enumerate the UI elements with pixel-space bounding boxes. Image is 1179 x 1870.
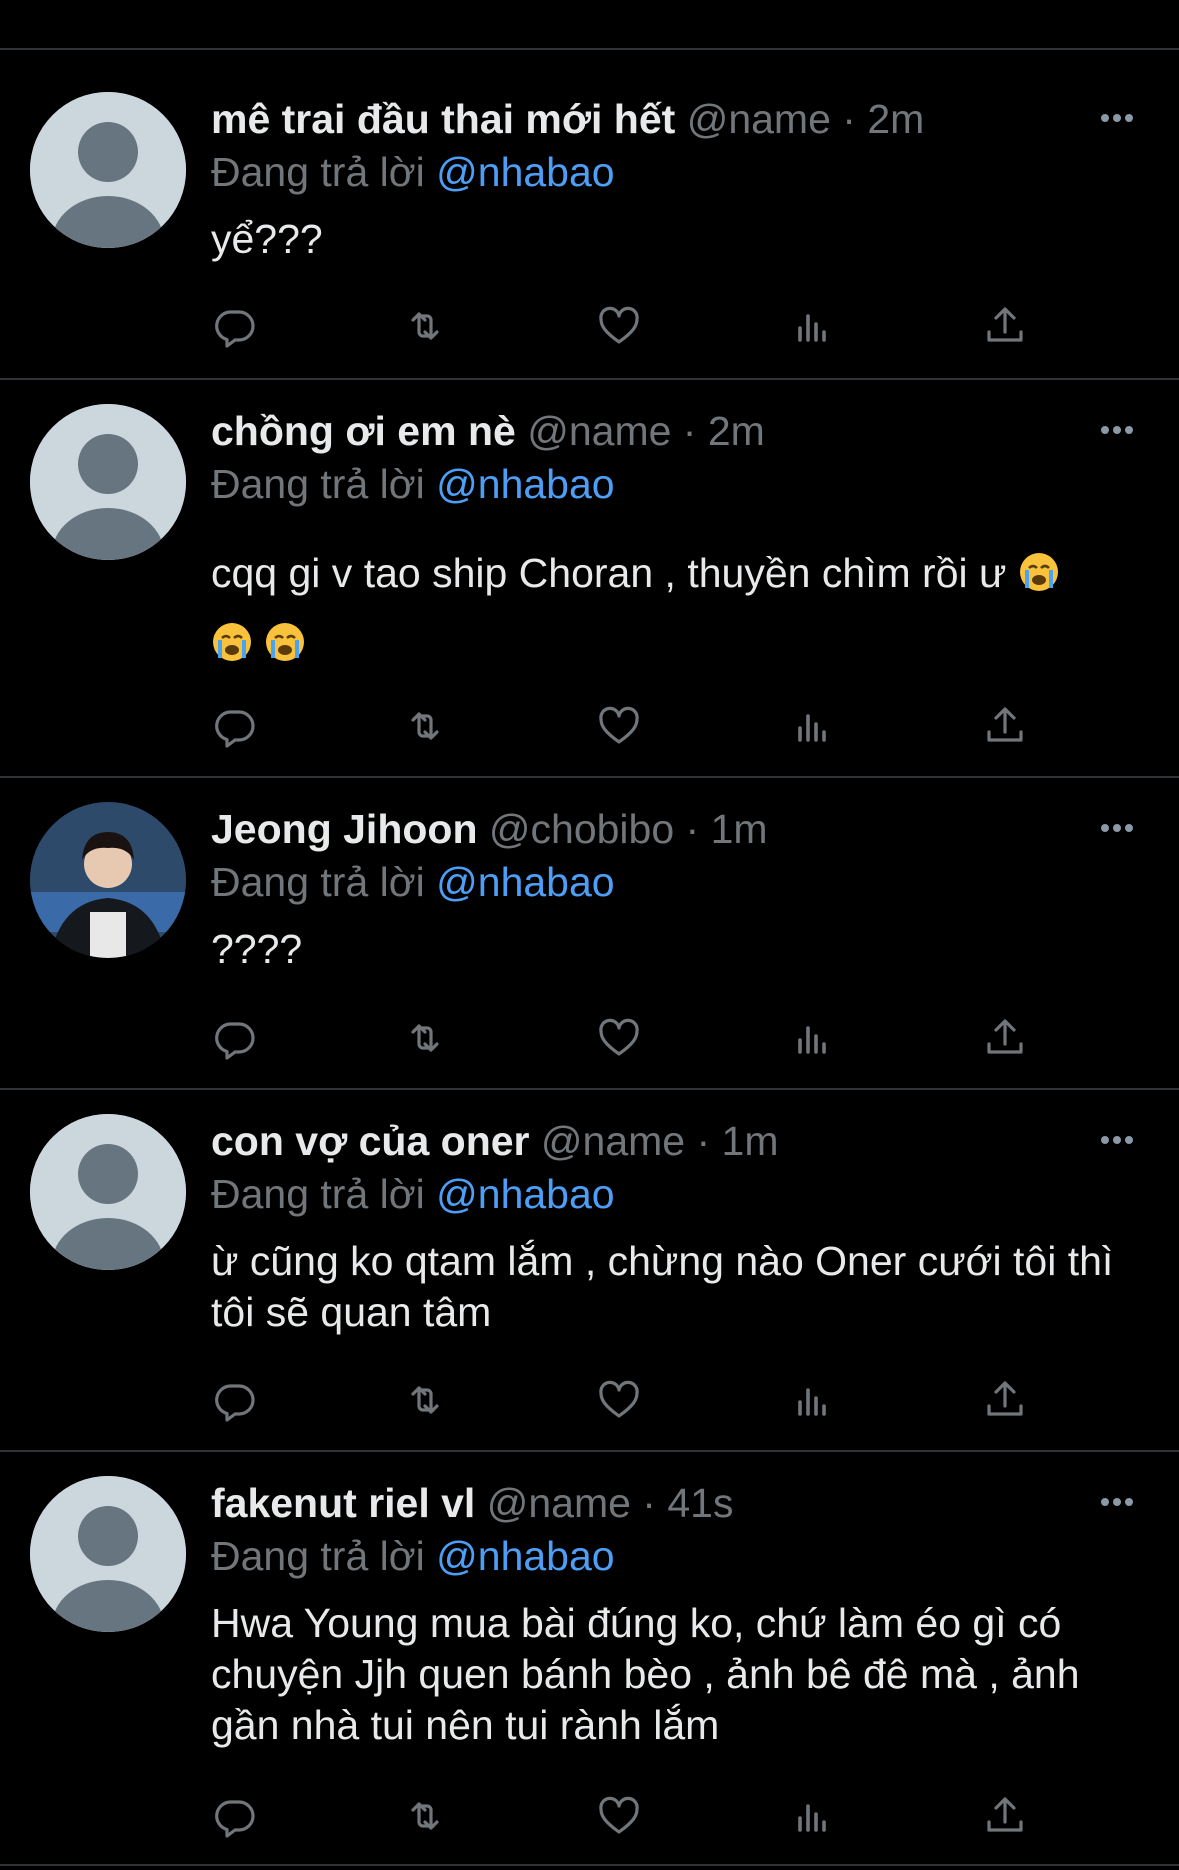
reply-mention-link[interactable]: @nhabao	[436, 1533, 614, 1579]
views-icon[interactable]	[789, 302, 837, 350]
tweet-header: fakenut riel vl @name · 41s	[211, 1477, 733, 1529]
tweet-2[interactable]: chồng ơi em nè @name · 2m Đang trả lời @…	[0, 380, 1179, 778]
retweet-icon[interactable]	[401, 702, 449, 750]
reply-icon[interactable]	[211, 702, 259, 750]
tweet-actions	[211, 302, 1071, 350]
previous-tweet-edge	[0, 0, 1179, 50]
loudly-crying-face-icon	[264, 614, 306, 661]
more-options-icon[interactable]	[1097, 410, 1137, 450]
reply-icon[interactable]	[211, 302, 259, 350]
tweet-actions	[211, 1014, 1071, 1062]
views-icon[interactable]	[789, 702, 837, 750]
handle-time: @name · 2m	[527, 408, 765, 454]
share-icon[interactable]	[981, 302, 1029, 350]
views-icon[interactable]	[789, 1014, 837, 1062]
reply-mention-link[interactable]: @nhabao	[436, 461, 614, 507]
tweet-text: cqq gi v tao ship Choran , thuyền chìm r…	[211, 550, 1007, 596]
avatar-default[interactable]	[30, 1114, 186, 1270]
retweet-icon[interactable]	[401, 1792, 449, 1840]
loudly-crying-face-icon	[1018, 544, 1060, 591]
tweet-5[interactable]: fakenut riel vl @name · 41s Đang trả lời…	[0, 1452, 1179, 1866]
tweet-text: yể???	[211, 216, 323, 262]
retweet-icon[interactable]	[401, 302, 449, 350]
reply-prefix: Đang trả lời	[211, 859, 425, 905]
tweet-actions	[211, 1792, 1071, 1840]
tweet-header: Jeong Jihoon @chobibo · 1m	[211, 803, 768, 855]
share-icon[interactable]	[981, 1376, 1029, 1424]
like-icon[interactable]	[595, 702, 643, 750]
views-icon[interactable]	[789, 1376, 837, 1424]
avatar-default[interactable]	[30, 92, 186, 248]
avatar-default[interactable]	[30, 404, 186, 560]
more-options-icon[interactable]	[1097, 808, 1137, 848]
handle-time: @name · 2m	[686, 96, 925, 142]
reply-mention-link[interactable]: @nhabao	[436, 149, 614, 195]
tweet-text-block: cqq gi v tao ship Choran , thuyền chìm r…	[211, 538, 1131, 678]
retweet-icon[interactable]	[401, 1014, 449, 1062]
tweet-1[interactable]: mê trai đầu thai mới hết @name · 2m Đang…	[0, 48, 1179, 380]
reply-icon[interactable]	[211, 1014, 259, 1062]
tweet-actions	[211, 702, 1071, 750]
reply-icon[interactable]	[211, 1376, 259, 1424]
handle-time: @chobibo · 1m	[488, 806, 768, 852]
replying-to: Đang trả lời @nhabao	[211, 856, 615, 908]
display-name[interactable]: con vợ của oner	[211, 1118, 530, 1164]
more-options-icon[interactable]	[1097, 1120, 1137, 1160]
tweet-header: con vợ của oner @name · 1m	[211, 1115, 779, 1167]
replying-to: Đang trả lời @nhabao	[211, 1168, 615, 1220]
reply-prefix: Đang trả lời	[211, 1171, 425, 1217]
display-name[interactable]: Jeong Jihoon	[211, 806, 478, 852]
reply-icon[interactable]	[211, 1792, 259, 1840]
tweet-text: Hwa Young mua bài đúng ko, chứ làm éo gì…	[211, 1600, 1080, 1748]
tweet-actions	[211, 1376, 1071, 1424]
handle-time: @name · 1m	[540, 1118, 779, 1164]
display-name[interactable]: fakenut riel vl	[211, 1480, 475, 1526]
replying-to: Đang trả lời @nhabao	[211, 146, 615, 198]
reply-prefix: Đang trả lời	[211, 461, 425, 507]
tweet-3[interactable]: Jeong Jihoon @chobibo · 1m Đang trả lời …	[0, 778, 1179, 1090]
tweet-4[interactable]: con vợ của oner @name · 1m Đang trả lời …	[0, 1090, 1179, 1452]
reply-mention-link[interactable]: @nhabao	[436, 859, 614, 905]
share-icon[interactable]	[981, 1014, 1029, 1062]
reply-mention-link[interactable]: @nhabao	[436, 1171, 614, 1217]
share-icon[interactable]	[981, 702, 1029, 750]
reply-prefix: Đang trả lời	[211, 1533, 425, 1579]
tweet-text: ừ cũng ko qtam lắm , chừng nào Oner cưới…	[211, 1238, 1114, 1335]
retweet-icon[interactable]	[401, 1376, 449, 1424]
avatar-photo[interactable]	[30, 802, 186, 958]
like-icon[interactable]	[595, 1014, 643, 1062]
more-options-icon[interactable]	[1097, 98, 1137, 138]
display-name[interactable]: mê trai đầu thai mới hết	[211, 96, 675, 142]
tweet-header: mê trai đầu thai mới hết @name · 2m	[211, 93, 924, 145]
replying-to: Đang trả lời @nhabao	[211, 458, 615, 510]
display-name[interactable]: chồng ơi em nè	[211, 408, 516, 454]
reply-prefix: Đang trả lời	[211, 149, 425, 195]
tweet-text: ????	[211, 926, 303, 972]
loudly-crying-face-icon	[211, 614, 253, 661]
more-options-icon[interactable]	[1097, 1482, 1137, 1522]
handle-time: @name · 41s	[486, 1480, 734, 1526]
tweet-header: chồng ơi em nè @name · 2m	[211, 405, 765, 457]
like-icon[interactable]	[595, 1792, 643, 1840]
views-icon[interactable]	[789, 1792, 837, 1840]
share-icon[interactable]	[981, 1792, 1029, 1840]
like-icon[interactable]	[595, 1376, 643, 1424]
replying-to: Đang trả lời @nhabao	[211, 1530, 615, 1582]
avatar-default[interactable]	[30, 1476, 186, 1632]
like-icon[interactable]	[595, 302, 643, 350]
